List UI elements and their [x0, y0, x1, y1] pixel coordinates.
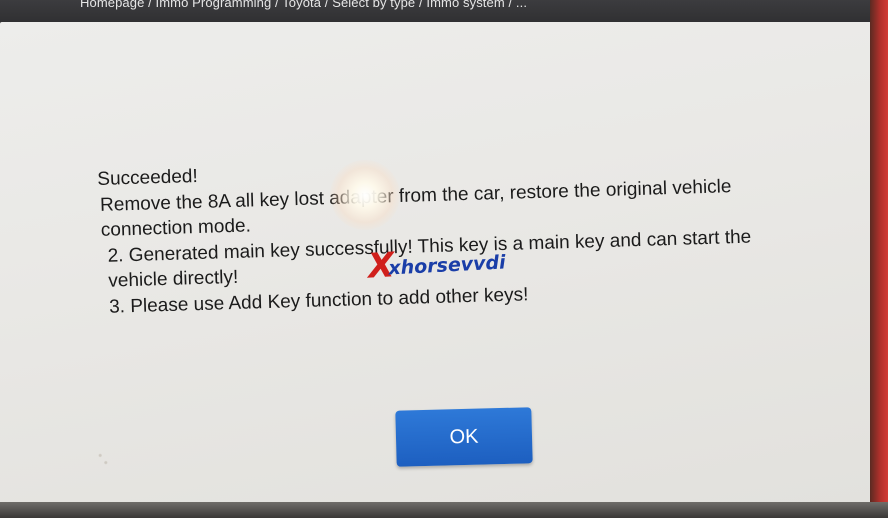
ok-button[interactable]: OK: [395, 407, 533, 467]
device-bezel-bottom: [0, 502, 888, 518]
watermark-text: xhorsevvdi: [387, 251, 507, 280]
screen-dust: [96, 450, 110, 468]
breadcrumb[interactable]: Homepage / Immo Programming / Toyota / S…: [80, 0, 527, 10]
result-message: Succeeded! Remove the 8A all key lost ad…: [97, 147, 781, 320]
navigation-bar: Homepage / Immo Programming / Toyota / S…: [0, 0, 888, 24]
device-bezel-right: [870, 0, 888, 518]
watermark-logo: X xhorsevvdi: [367, 242, 507, 286]
